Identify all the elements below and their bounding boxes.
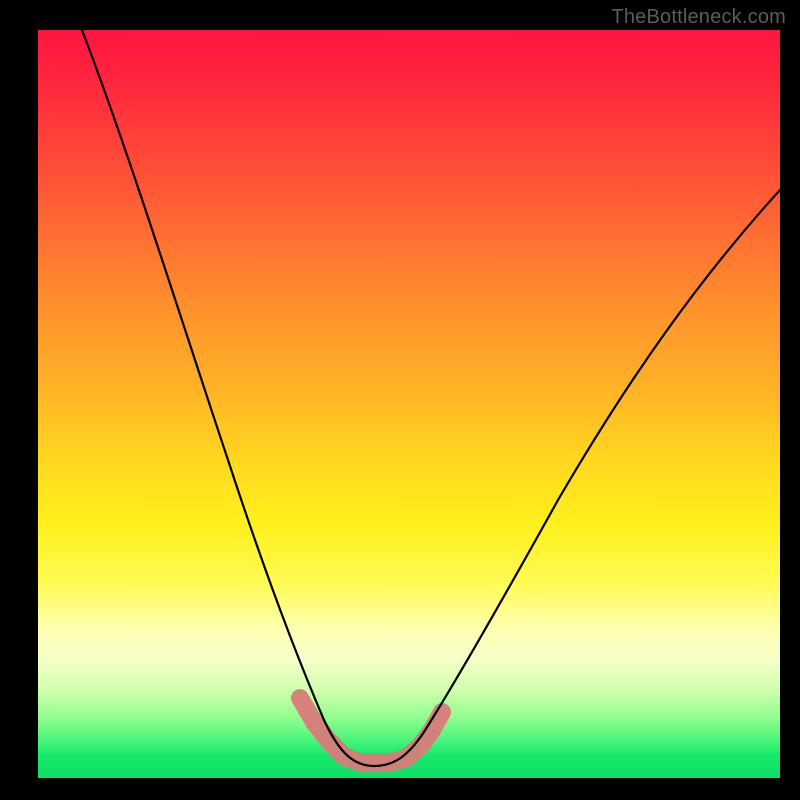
highlight-segment — [300, 698, 442, 762]
watermark-text: TheBottleneck.com — [611, 6, 786, 29]
bottleneck-curve — [82, 30, 780, 766]
chart-svg — [38, 30, 780, 778]
plot-area — [38, 30, 780, 778]
chart-frame: TheBottleneck.com — [0, 0, 800, 800]
